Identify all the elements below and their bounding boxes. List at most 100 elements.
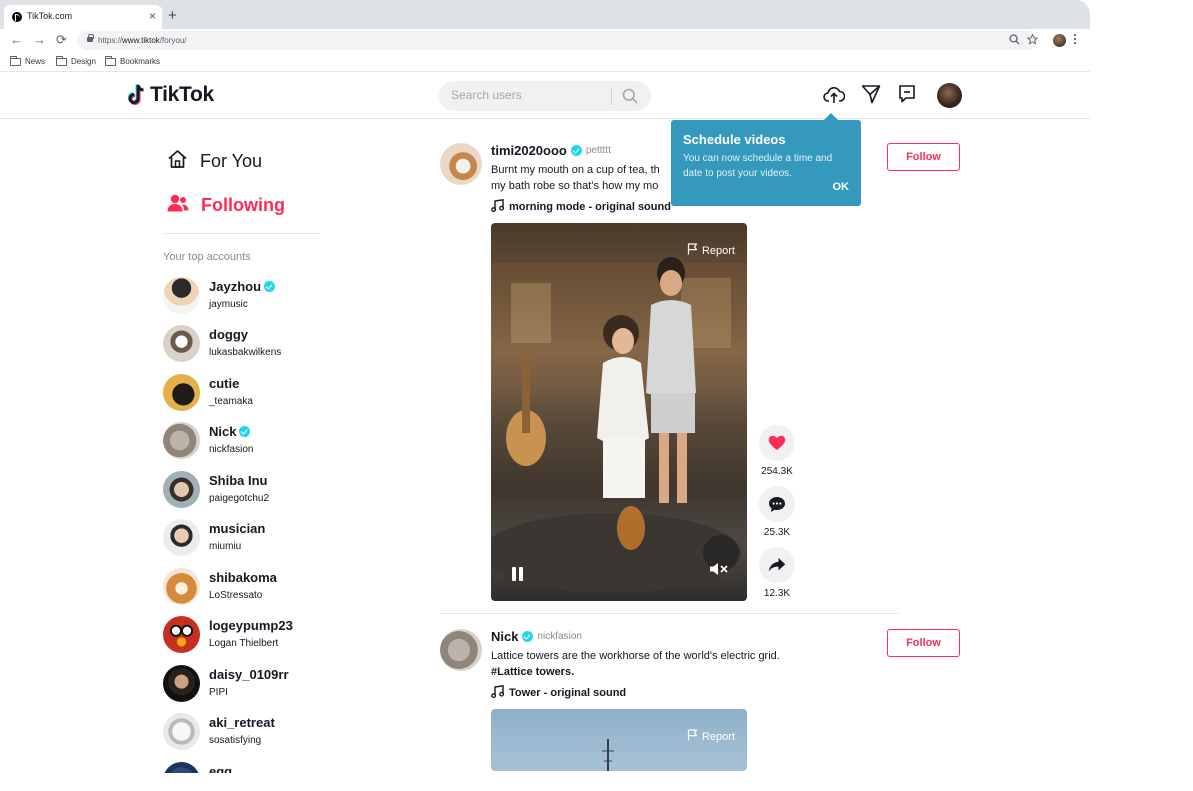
upload-cloud-icon[interactable] [823, 84, 846, 111]
zoom-icon[interactable] [1009, 34, 1020, 48]
search-input[interactable] [451, 88, 606, 102]
account-handle: Logan Thielbert [209, 638, 279, 649]
feed-post: Nick nickfasion Lattice towers are the w… [440, 629, 960, 773]
account-item[interactable]: Jayzhou jaymusic [163, 277, 323, 317]
flag-icon [687, 243, 698, 258]
search-icon[interactable] [622, 88, 638, 109]
user-avatar[interactable] [937, 83, 962, 108]
heart-icon[interactable] [759, 425, 795, 461]
feed-post: timi2020ooo pettttt Burnt my mouth on a … [440, 143, 960, 605]
mute-icon[interactable] [709, 562, 729, 581]
address-bar[interactable]: https://www.tiktok/foryou/ [77, 31, 1077, 50]
report-button[interactable]: Report [687, 729, 735, 744]
post-sound-label: Tower - original sound [509, 687, 627, 699]
folder-icon [105, 55, 116, 66]
lock-icon [87, 34, 94, 42]
account-item[interactable]: doggy lukasbakwilkens [163, 325, 323, 365]
browser-menu-icon[interactable] [1073, 33, 1077, 48]
following-icon [167, 194, 189, 217]
share-icon[interactable] [759, 547, 795, 583]
logo-text: TikTok [150, 83, 214, 106]
video-player[interactable]: Report [491, 223, 747, 601]
bookmark-design[interactable]: Design [56, 55, 96, 66]
account-item[interactable]: logeypump23 Logan Thielbert [163, 616, 323, 656]
post-avatar[interactable] [440, 143, 482, 185]
nav-for-you[interactable]: For You [167, 149, 262, 174]
bookmark-news[interactable]: News [10, 55, 45, 66]
like-action[interactable]: 254.3K [758, 425, 796, 477]
follow-button[interactable]: Follow [887, 629, 960, 657]
verified-badge-icon [264, 281, 276, 292]
post-hashtag[interactable]: #Lattice towers. [491, 664, 831, 680]
post-author[interactable]: Nick nickfasion [491, 629, 582, 644]
follow-button[interactable]: Follow [887, 143, 960, 171]
account-item[interactable]: musician miumiu [163, 519, 323, 559]
account-item[interactable]: daisy_0109rr PIPI [163, 665, 323, 705]
comment-action[interactable]: 25.3K [758, 486, 796, 538]
tiktok-favicon-icon [12, 12, 22, 22]
messages-icon[interactable] [898, 84, 916, 109]
verified-badge-icon [239, 426, 251, 437]
tiktok-logo[interactable]: TikTok [128, 83, 214, 107]
bookmark-star-icon[interactable] [1026, 33, 1039, 48]
video-frame [491, 257, 747, 593]
account-item[interactable]: cutie _teamaka [163, 374, 323, 414]
reload-button[interactable]: ⟳ [56, 33, 67, 47]
account-avatar [163, 713, 200, 750]
account-handle: miumiu [209, 541, 242, 552]
account-handle: nickfasion [209, 444, 254, 455]
post-sound[interactable]: morning mode - original sound [491, 198, 671, 215]
account-item[interactable]: shibakoma LoStressato [163, 568, 323, 608]
account-name: logeypump23 [209, 618, 293, 633]
close-tab-icon[interactable]: × [149, 9, 156, 23]
bookmark-bookmarks[interactable]: Bookmarks [105, 55, 160, 66]
report-button[interactable]: Report [687, 243, 735, 258]
account-item[interactable]: Nick nickfasion [163, 422, 323, 462]
account-handle: PIPI [209, 687, 228, 698]
site-header: TikTok [0, 72, 1090, 119]
bookmarks-bar: News Design Bookmarks [0, 53, 1090, 72]
account-handle: jaymusic [209, 299, 248, 310]
post-caption: Lattice towers are the workhorse of the … [491, 648, 831, 680]
forward-button[interactable]: → [33, 33, 46, 47]
sidebar-divider [163, 233, 320, 234]
report-label: Report [701, 730, 735, 743]
post-caption: Burnt my mouth on a cup of tea, th my ba… [491, 164, 660, 192]
post-divider [440, 613, 898, 614]
tiktok-note-icon [128, 84, 146, 106]
tooltip-body: You can now schedule a time and date to … [683, 153, 833, 179]
sidebar: For You Following Your top accounts Jayz… [163, 119, 323, 773]
nav-for-you-label: For You [200, 151, 263, 171]
post-avatar[interactable] [440, 629, 482, 671]
tooltip-title: Schedule videos [683, 132, 786, 147]
browser-tab[interactable]: TikTok.com × [4, 5, 162, 29]
new-tab-button[interactable]: + [168, 8, 177, 23]
inbox-send-icon[interactable] [861, 84, 881, 109]
account-item[interactable]: Shiba Inu paigegotchu2 [163, 471, 323, 511]
post-author[interactable]: timi2020ooo pettttt [491, 143, 611, 158]
nav-following[interactable]: Following [167, 194, 285, 217]
pause-icon[interactable] [511, 567, 525, 581]
account-name: shibakoma [209, 570, 277, 585]
account-item[interactable]: aki_retreat sosatisfying [163, 713, 323, 753]
account-avatar [163, 374, 200, 411]
share-count: 12.3K [763, 588, 791, 599]
profile-avatar[interactable] [1053, 34, 1066, 47]
verified-badge-icon [570, 145, 582, 156]
like-count: 254.3K [761, 466, 793, 477]
post-username: Nick [491, 629, 519, 644]
share-action[interactable]: 12.3K [758, 547, 796, 599]
comment-count: 25.3K [763, 527, 791, 538]
account-name: Shiba Inu [209, 473, 268, 488]
post-sound[interactable]: Tower - original sound [491, 684, 627, 701]
account-item[interactable]: egg [163, 762, 323, 773]
tooltip-ok-button[interactable]: OK [833, 181, 850, 193]
video-player[interactable]: Report [491, 709, 747, 771]
comment-icon[interactable] [759, 486, 795, 522]
account-avatar [163, 519, 200, 556]
verified-badge-icon [522, 631, 534, 642]
browser-toolbar: ← → ⟳ https://www.tiktok/foryou/ [0, 29, 1090, 53]
account-name: daisy_0109rr [209, 667, 289, 682]
schedule-videos-tooltip: Schedule videos You can now schedule a t… [671, 113, 861, 206]
back-button[interactable]: ← [10, 33, 23, 47]
